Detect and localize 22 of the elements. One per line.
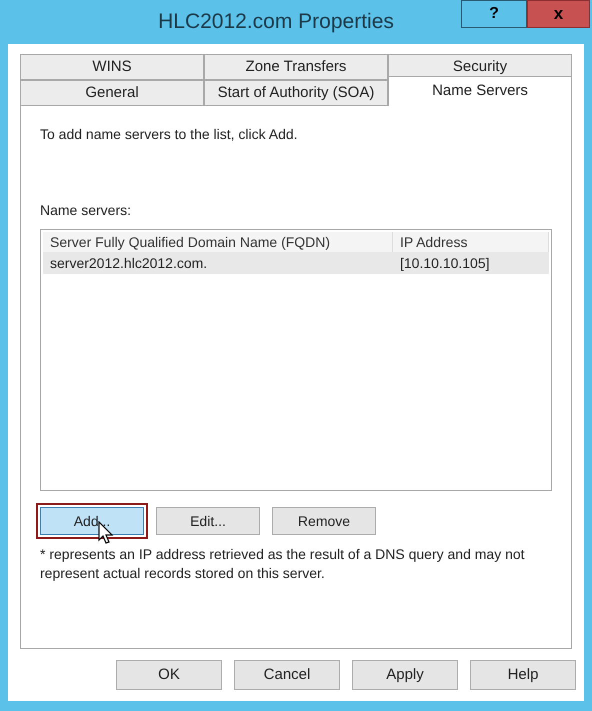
dialog-button[interactable]: Apply bbox=[352, 660, 458, 690]
table-cell-text: [10.10.10.105] bbox=[399, 254, 491, 273]
close-button[interactable]: x bbox=[527, 0, 590, 28]
note-text: * represents an IP address retrieved as the result of a DNS query and may not represent actual records stored on this server. bbox=[40, 545, 526, 583]
table-row[interactable]: server2012.hlc2012.com. [10.10.10.105] bbox=[43, 252, 549, 274]
help-button[interactable]: ? bbox=[461, 0, 527, 28]
dialog-button[interactable]: Help bbox=[470, 660, 576, 690]
tab[interactable]: Name Servers bbox=[388, 76, 572, 106]
tab[interactable]: Start of Authority (SOA) bbox=[204, 80, 388, 106]
list-button[interactable]: Edit... bbox=[156, 507, 260, 535]
window-title: HLC2012.com Properties bbox=[158, 9, 394, 36]
dialog-button[interactable]: Cancel bbox=[234, 660, 340, 690]
tab[interactable]: Zone Transfers bbox=[204, 54, 388, 80]
table-cell-text: server2012.hlc2012.com. bbox=[49, 254, 208, 272]
dialog-button[interactable]: OK bbox=[116, 660, 222, 690]
tab[interactable]: General bbox=[20, 80, 204, 106]
column-header[interactable]: IP Address bbox=[393, 232, 549, 252]
list-button[interactable]: Remove bbox=[272, 507, 376, 535]
column-header[interactable]: Server Fully Qualified Domain Name (FQDN) bbox=[43, 232, 393, 252]
instructions-text: To add name servers to the list, click Add. bbox=[40, 125, 299, 144]
tab[interactable]: WINS bbox=[20, 54, 204, 80]
list-label: Name servers: bbox=[40, 201, 132, 220]
